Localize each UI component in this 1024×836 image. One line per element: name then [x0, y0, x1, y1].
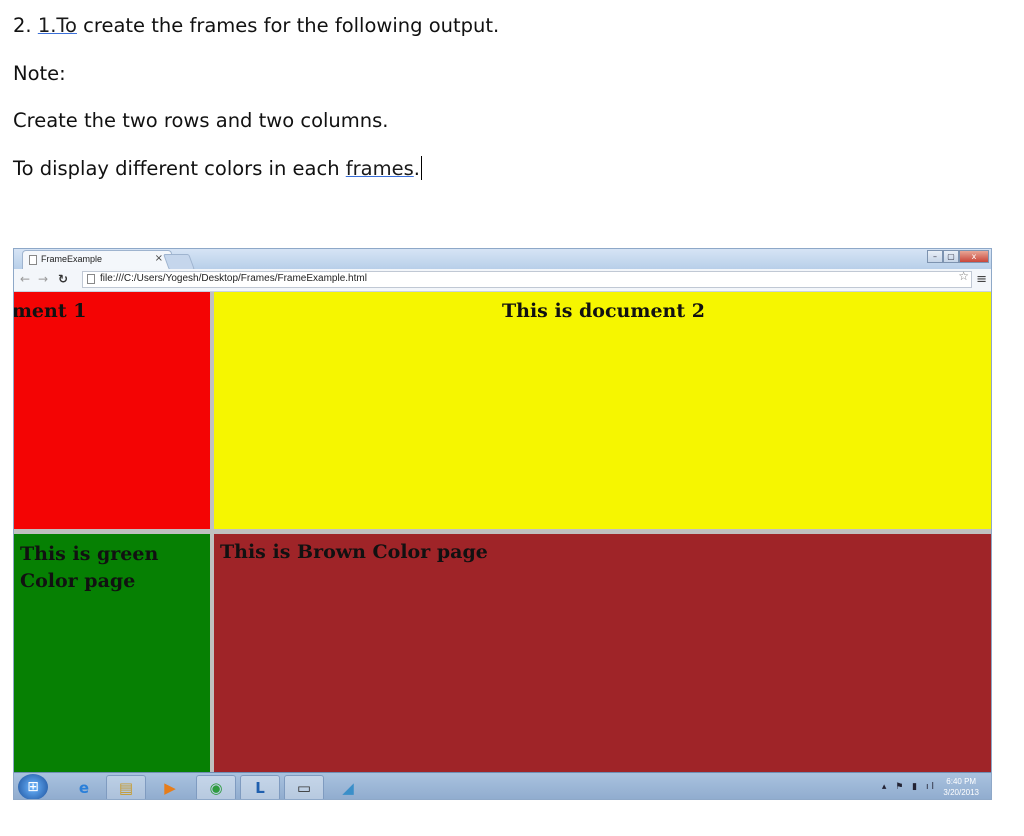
frame-brown-text: This is Brown Color page: [220, 541, 488, 563]
paragraph-1-prefix: 2.: [13, 14, 38, 37]
frame-red: ument 1: [14, 292, 210, 529]
internet-explorer-icon[interactable]: e: [64, 775, 104, 799]
window-controls: – ▢ x: [927, 250, 989, 264]
new-tab-button[interactable]: [163, 254, 195, 270]
frame-brown: This is Brown Color page: [214, 534, 991, 772]
window-icon[interactable]: ▭: [284, 775, 324, 799]
taskbar-clock[interactable]: 6:40 PM 3/20/2013: [943, 776, 979, 798]
restore-button[interactable]: ▢: [943, 250, 959, 263]
lync-icon[interactable]: L: [240, 775, 280, 799]
clock-time: 6:40 PM: [946, 777, 977, 786]
frame-red-text: ument 1: [14, 300, 87, 322]
file-explorer-icon[interactable]: ▤: [106, 775, 146, 799]
paragraph-4-link[interactable]: frames: [346, 157, 414, 180]
app-icon[interactable]: ◢: [328, 775, 368, 799]
frame-yellow: This is document 2: [214, 292, 991, 529]
paragraph-3: Create the two rows and two columns.: [13, 109, 389, 132]
forward-arrow-icon[interactable]: →: [38, 272, 48, 286]
minimize-button[interactable]: –: [927, 250, 943, 263]
chrome-icon[interactable]: ◉: [196, 775, 236, 799]
reload-icon[interactable]: ↻: [58, 272, 68, 286]
windows-taskbar: ⊞ e ▤ ▶ ◉ L ▭ ◢ ▴ ⚑ ▮ ıl 6:40 PM 3/20/20…: [14, 772, 991, 799]
tab-close-icon[interactable]: ×: [155, 253, 163, 264]
address-bar[interactable]: file:///C:/Users/Yogesh/Desktop/Frames/F…: [82, 271, 972, 288]
frameset: ument 1 This is document 2 This is green…: [14, 292, 991, 772]
tab-title: FrameExample: [41, 254, 103, 264]
paragraph-1: 2. 1.To create the frames for the follow…: [13, 14, 499, 37]
browser-screenshot: FrameExample × – ▢ x ← → ↻ file:///C:/Us…: [13, 248, 992, 800]
paragraph-4-suffix: .: [413, 157, 420, 180]
back-arrow-icon[interactable]: ←: [20, 272, 30, 286]
paragraph-4-prefix: To display different colors in each: [13, 157, 346, 180]
page-icon: [87, 274, 95, 284]
close-button[interactable]: x: [959, 250, 989, 263]
browser-toolbar: ← → ↻ file:///C:/Users/Yogesh/Desktop/Fr…: [14, 269, 991, 292]
frame-green-text: This is green Color page: [20, 543, 159, 592]
paragraph-1-link[interactable]: 1.To: [38, 14, 77, 37]
system-tray-icons[interactable]: ▴ ⚑ ▮ ıl: [882, 782, 937, 792]
start-button[interactable]: ⊞: [18, 774, 48, 799]
frame-green: This is green Color page: [14, 534, 210, 772]
media-player-icon[interactable]: ▶: [150, 775, 190, 799]
frame-yellow-text: This is document 2: [502, 300, 705, 322]
menu-icon[interactable]: ≡: [976, 272, 987, 287]
browser-titlebar: FrameExample × – ▢ x: [14, 249, 991, 270]
bookmark-star-icon[interactable]: ☆: [958, 269, 969, 283]
paragraph-1-text: create the frames for the following outp…: [76, 14, 500, 37]
text-cursor: [420, 156, 422, 180]
url-text[interactable]: file:///C:/Users/Yogesh/Desktop/Frames/F…: [100, 273, 367, 284]
paragraph-note: Note:: [13, 62, 66, 85]
page-icon: [29, 255, 37, 265]
clock-date: 3/20/2013: [943, 788, 979, 797]
browser-tab[interactable]: FrameExample ×: [22, 250, 172, 269]
paragraph-4: To display different colors in each fram…: [13, 156, 422, 180]
